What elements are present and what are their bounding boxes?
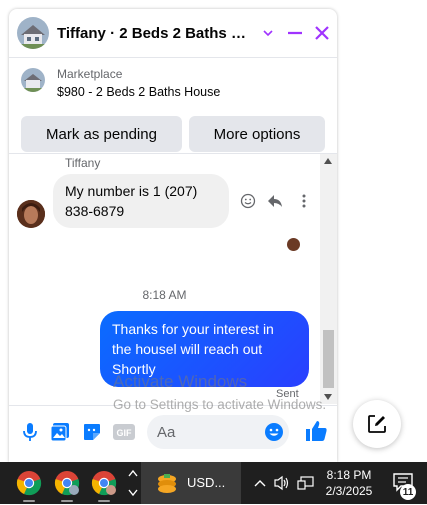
like-icon[interactable]	[303, 418, 329, 444]
page-background	[337, 0, 427, 462]
currency-widget[interactable]: USD...	[141, 462, 241, 504]
scroll-thumb[interactable]	[323, 330, 334, 388]
currency-label: USD...	[187, 475, 226, 490]
sender-name: Tiffany	[65, 156, 101, 170]
close-icon[interactable]	[310, 21, 334, 45]
microphone-icon[interactable]	[19, 421, 41, 443]
clock-time: 8:18 PM	[326, 468, 372, 482]
clock-date: 2/3/2025	[325, 484, 373, 498]
react-icon[interactable]	[239, 192, 257, 210]
incoming-message[interactable]: My number is 1 (207) 838-6879	[53, 174, 229, 228]
seen-indicator-avatar	[287, 238, 300, 251]
chrome-icon[interactable]	[14, 468, 44, 502]
listing-source: Marketplace	[57, 67, 123, 81]
listing-avatar[interactable]	[17, 17, 49, 49]
network-icon[interactable]	[296, 474, 316, 492]
chrome-profile-icon[interactable]	[89, 468, 119, 502]
scroll-up-arrow-icon[interactable]	[324, 158, 332, 164]
svg-text:GIF: GIF	[117, 428, 133, 438]
mark-as-pending-button[interactable]: Mark as pending	[21, 116, 182, 152]
more-actions-icon[interactable]	[295, 192, 313, 210]
avatar[interactable]	[17, 200, 45, 228]
message-list: Tiffany My number is 1 (207) 838-6879 8:…	[9, 154, 320, 404]
windows-taskbar: USD... 8:18 PM 2/3/2025 11	[0, 462, 427, 504]
minimize-icon[interactable]	[283, 21, 307, 45]
taskbar-clock[interactable]: 8:18 PM 2/3/2025	[321, 467, 377, 499]
compose-icon	[368, 415, 386, 433]
notification-count-badge: 11	[400, 484, 416, 500]
activate-windows-hint: Go to Settings to activate Windows.	[113, 397, 327, 412]
message-scrollbar[interactable]	[320, 154, 337, 404]
listing-card: Marketplace $980 - 2 Beds 2 Baths House …	[9, 58, 337, 154]
money-icon	[158, 474, 176, 493]
more-options-button[interactable]: More options	[189, 116, 325, 152]
listing-thumbnail[interactable]	[21, 68, 45, 92]
chat-title[interactable]: Tiffany · 2 Beds 2 Baths House	[57, 25, 253, 42]
reply-icon[interactable]	[266, 192, 284, 210]
message-timestamp: 8:18 AM	[142, 288, 187, 302]
gif-icon[interactable]: GIF	[113, 421, 135, 443]
sticker-icon[interactable]	[81, 421, 103, 443]
chevron-down-icon[interactable]	[256, 21, 280, 45]
emoji-icon[interactable]	[264, 422, 284, 442]
message-composer: GIF Aa	[9, 405, 337, 462]
chat-header: Tiffany · 2 Beds 2 Baths House	[9, 9, 337, 58]
activate-windows-watermark: Activate Windows	[113, 372, 248, 391]
chat-window: Tiffany · 2 Beds 2 Baths House Marketpla…	[9, 9, 337, 462]
chevron-up-icon[interactable]	[250, 474, 270, 492]
volume-icon[interactable]	[272, 474, 292, 492]
photo-icon[interactable]	[49, 421, 71, 443]
new-message-button[interactable]	[353, 400, 401, 448]
taskbar-overflow-arrows[interactable]	[126, 466, 140, 500]
listing-title[interactable]: $980 - 2 Beds 2 Baths House	[57, 85, 220, 99]
chrome-profile-icon[interactable]	[52, 468, 82, 502]
